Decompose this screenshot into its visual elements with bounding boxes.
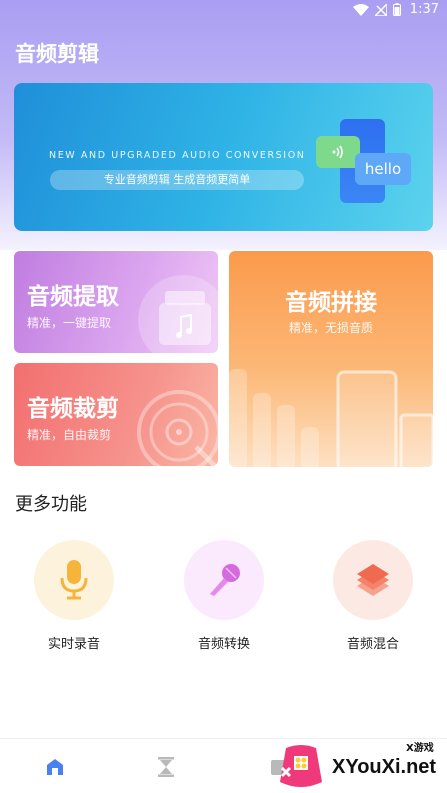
wifi-icon bbox=[353, 3, 369, 16]
card-title: 音频提取 bbox=[27, 284, 119, 310]
deco-bar bbox=[229, 369, 247, 467]
nav-home[interactable] bbox=[45, 757, 67, 779]
card-title: 音频拼接 bbox=[285, 290, 377, 316]
status-time: 1:37 bbox=[409, 2, 439, 17]
audio-cut-card[interactable]: 音频裁剪 精准，自由裁剪 bbox=[14, 363, 218, 466]
microphone-icon bbox=[60, 560, 88, 600]
page-title: 音频剪辑 bbox=[15, 42, 99, 66]
func-label: 音频转换 bbox=[197, 637, 250, 652]
battery-icon bbox=[393, 3, 401, 16]
func-icon-circle bbox=[333, 540, 413, 620]
card-subtitle: 精准，无损音质 bbox=[288, 321, 373, 335]
home-icon bbox=[47, 759, 63, 775]
deco-bar bbox=[253, 393, 271, 467]
banner-slogan: 专业音频剪辑 生成音频更简单 bbox=[50, 170, 304, 190]
nav-history[interactable] bbox=[157, 757, 179, 779]
card-title: 音频裁剪 bbox=[27, 396, 119, 422]
audio-mix-button[interactable]: 音频混合 bbox=[333, 540, 413, 660]
audio-extract-card[interactable]: 音频提取 精准，一键提取 bbox=[14, 251, 218, 353]
status-icons bbox=[353, 3, 401, 16]
watermark: X游戏 XYouXi.net bbox=[274, 738, 447, 793]
status-bar: 1:37 bbox=[0, 0, 447, 22]
banner-english-text: NEW AND UPGRADED AUDIO CONVERSION bbox=[49, 150, 306, 161]
no-signal-icon bbox=[375, 3, 387, 16]
karaoke-mic-icon bbox=[210, 564, 240, 596]
realtime-record-button[interactable]: 实时录音 bbox=[34, 540, 114, 660]
func-icon-circle bbox=[34, 540, 114, 620]
watermark-logo-icon bbox=[280, 745, 322, 787]
vinyl-record-icon bbox=[137, 390, 218, 466]
deco-bar bbox=[301, 427, 319, 467]
promo-banner[interactable]: NEW AND UPGRADED AUDIO CONVERSION 专业音频剪辑… bbox=[14, 83, 433, 231]
audio-join-card[interactable]: 音频拼接 精准，无损音质 bbox=[229, 251, 433, 467]
watermark-text: XYouXi.net bbox=[332, 756, 437, 778]
devices-illustration bbox=[336, 370, 433, 467]
card-subtitle: 精准，自由裁剪 bbox=[27, 428, 112, 442]
music-file-icon bbox=[159, 291, 211, 345]
card-subtitle: 精准，一键提取 bbox=[27, 316, 112, 330]
layers-icon bbox=[357, 564, 389, 596]
func-label: 音频混合 bbox=[346, 637, 399, 652]
more-functions-title: 更多功能 bbox=[15, 494, 87, 515]
func-label: 实时录音 bbox=[47, 637, 100, 652]
hourglass-icon bbox=[158, 757, 174, 777]
hello-bubble: hello bbox=[355, 153, 411, 185]
audio-convert-button[interactable]: 音频转换 bbox=[184, 540, 264, 660]
func-icon-circle bbox=[184, 540, 264, 620]
deco-bar bbox=[277, 405, 295, 467]
watermark-small-text: X游戏 bbox=[406, 743, 434, 754]
sound-wave-bubble-icon bbox=[316, 136, 360, 168]
